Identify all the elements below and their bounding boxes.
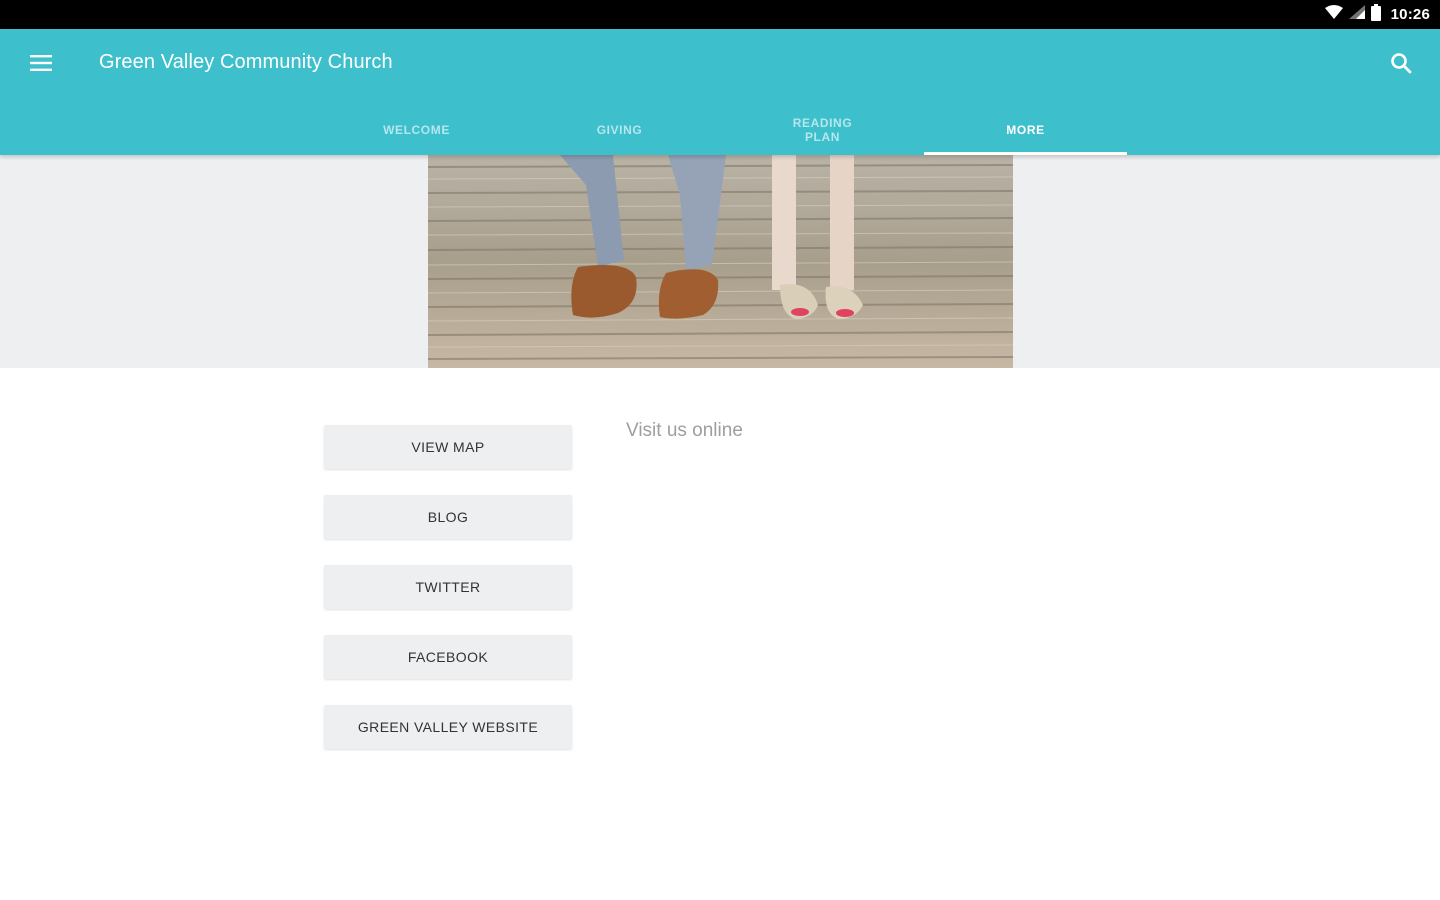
tab-bar: WELCOME GIVING READING PLAN MORE	[315, 104, 1127, 155]
search-button[interactable]	[1382, 47, 1420, 83]
wifi-icon	[1324, 5, 1343, 24]
tab-welcome[interactable]: WELCOME	[315, 104, 518, 155]
tab-more[interactable]: MORE	[924, 104, 1127, 155]
tab-reading-plan[interactable]: READING PLAN	[721, 104, 924, 155]
hero-band	[0, 155, 1440, 368]
view-map-button[interactable]: VIEW MAP	[324, 425, 572, 469]
signal-icon	[1348, 5, 1365, 24]
facebook-button[interactable]: FACEBOOK	[324, 635, 572, 679]
search-icon	[1390, 52, 1412, 79]
hero-image	[428, 155, 1013, 368]
menu-icon	[30, 54, 52, 76]
app-bar: Green Valley Community Church WELCOME GI…	[0, 29, 1440, 155]
tab-giving[interactable]: GIVING	[518, 104, 721, 155]
app-title: Green Valley Community Church	[99, 51, 393, 73]
status-time: 10:26	[1390, 6, 1430, 23]
blog-button[interactable]: BLOG	[324, 495, 572, 539]
hero-photo	[428, 155, 1013, 368]
status-bar: 10:26	[0, 0, 1440, 29]
link-button-list: VIEW MAP BLOG TWITTER FACEBOOK GREEN VAL…	[324, 425, 572, 775]
menu-button[interactable]	[22, 47, 60, 83]
twitter-button[interactable]: TWITTER	[324, 565, 572, 609]
visit-us-online-text: Visit us online	[626, 420, 743, 441]
green-valley-website-button[interactable]: GREEN VALLEY WEBSITE	[324, 705, 572, 749]
status-icons: 10:26	[1324, 0, 1430, 29]
battery-icon	[1370, 3, 1381, 26]
